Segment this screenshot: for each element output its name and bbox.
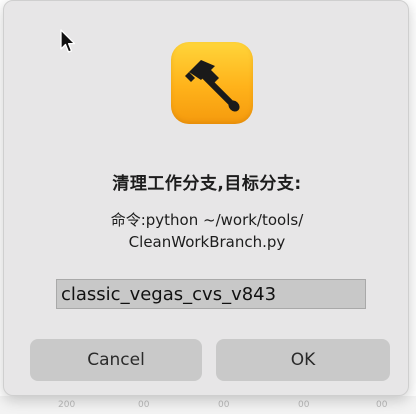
hammer-icon: [171, 42, 253, 124]
cancel-button[interactable]: Cancel: [30, 339, 202, 381]
cleanup-branch-dialog: 清理工作分支,目标分支: 命令:python ~/work/tools/ Cle…: [3, 0, 409, 396]
command-text-line-2: CleanWorkBranch.py: [128, 233, 286, 251]
mouse-pointer-icon: [60, 29, 76, 53]
background-window-strip: 200 00 00 00 00: [0, 396, 416, 414]
ok-button[interactable]: OK: [216, 339, 390, 381]
target-branch-input[interactable]: [56, 279, 366, 309]
screen: 200 00 00 00 00 清理工作分支,目标分支: 命令:python ~…: [0, 0, 416, 414]
dialog-title: 清理工作分支,目标分支:: [112, 174, 302, 194]
command-text-line-1: 命令:python ~/work/tools/: [110, 211, 304, 229]
